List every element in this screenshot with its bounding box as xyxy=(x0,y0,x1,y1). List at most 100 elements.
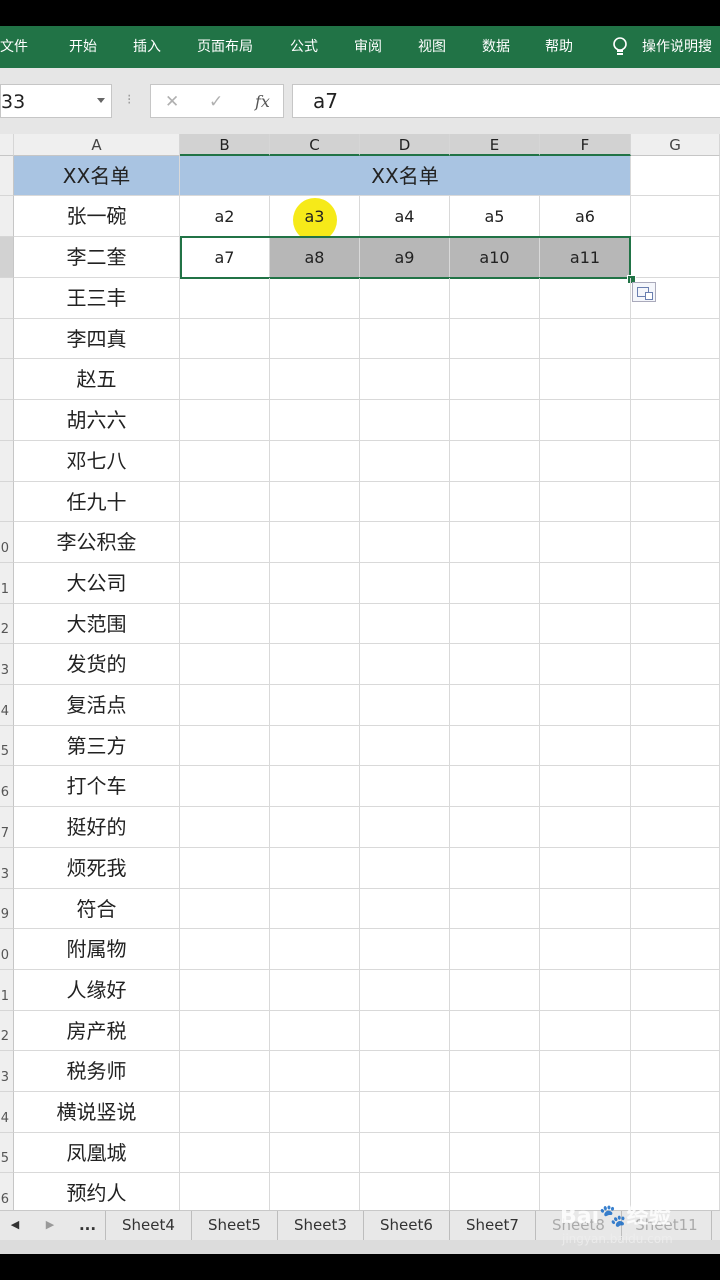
cell[interactable] xyxy=(360,278,450,319)
name-cell[interactable]: 大范围 xyxy=(14,604,180,644)
cell[interactable] xyxy=(631,766,720,807)
tab-help[interactable]: 帮助 xyxy=(545,26,573,68)
cell[interactable] xyxy=(450,359,540,400)
name-box[interactable]: 33 xyxy=(0,84,112,118)
name-cell[interactable]: 李公积金 xyxy=(14,522,180,563)
cell[interactable] xyxy=(180,1173,270,1210)
cell[interactable] xyxy=(631,359,720,400)
row-header[interactable]: 2 xyxy=(0,604,14,644)
more-sheets-button[interactable]: ... xyxy=(70,1211,106,1241)
sheet-tab-sheet3[interactable]: Sheet3 xyxy=(278,1211,364,1241)
cell[interactable] xyxy=(360,848,450,889)
cell[interactable] xyxy=(450,482,540,522)
tab-review[interactable]: 审阅 xyxy=(354,26,382,68)
cell[interactable] xyxy=(631,807,720,848)
cell[interactable] xyxy=(631,1092,720,1133)
cell[interactable] xyxy=(360,889,450,929)
tab-data[interactable]: 数据 xyxy=(482,26,510,68)
cell[interactable] xyxy=(270,644,360,685)
row-header[interactable] xyxy=(0,237,14,278)
cell[interactable] xyxy=(540,1092,631,1133)
cell[interactable] xyxy=(450,278,540,319)
cell[interactable] xyxy=(540,766,631,807)
data-cell[interactable]: a2 xyxy=(180,196,270,237)
cell[interactable] xyxy=(540,929,631,970)
cell[interactable] xyxy=(360,400,450,441)
cell[interactable] xyxy=(270,970,360,1011)
cell[interactable] xyxy=(360,929,450,970)
cell[interactable] xyxy=(270,726,360,766)
cell[interactable] xyxy=(631,1051,720,1092)
row-header[interactable]: 7 xyxy=(0,807,14,848)
insert-function-button[interactable]: fx xyxy=(255,85,270,119)
row-header[interactable]: 4 xyxy=(0,685,14,726)
cell[interactable] xyxy=(450,1011,540,1051)
scroll-left-icon[interactable]: ◀ xyxy=(0,1211,30,1241)
cell[interactable] xyxy=(631,604,720,644)
cell[interactable] xyxy=(360,644,450,685)
cell[interactable] xyxy=(180,278,270,319)
cell[interactable] xyxy=(540,1133,631,1173)
cell[interactable] xyxy=(180,1051,270,1092)
cell[interactable] xyxy=(270,1051,360,1092)
cell[interactable] xyxy=(180,726,270,766)
cell[interactable] xyxy=(631,441,720,482)
lightbulb-icon[interactable] xyxy=(612,26,632,68)
cell[interactable] xyxy=(450,1173,540,1210)
row-header[interactable]: 5 xyxy=(0,1133,14,1173)
row-header[interactable]: 4 xyxy=(0,1092,14,1133)
active-cell[interactable]: a7 xyxy=(180,237,270,278)
cell[interactable] xyxy=(270,1092,360,1133)
row-header[interactable] xyxy=(0,156,14,196)
column-header-e[interactable]: E xyxy=(450,134,540,156)
name-cell[interactable]: 李四真 xyxy=(14,319,180,359)
cell[interactable] xyxy=(270,441,360,482)
cell[interactable] xyxy=(540,644,631,685)
cell[interactable] xyxy=(631,970,720,1011)
cell[interactable] xyxy=(270,319,360,359)
cell[interactable] xyxy=(540,726,631,766)
cell[interactable] xyxy=(540,319,631,359)
tab-view[interactable]: 视图 xyxy=(418,26,446,68)
cell[interactable] xyxy=(631,848,720,889)
cell[interactable] xyxy=(631,278,720,319)
cell[interactable] xyxy=(450,400,540,441)
column-header-f[interactable]: F xyxy=(540,134,631,156)
cell[interactable] xyxy=(180,482,270,522)
name-cell[interactable]: 复活点 xyxy=(14,685,180,726)
column-header-g[interactable]: G xyxy=(631,134,720,156)
cell[interactable] xyxy=(450,441,540,482)
cell[interactable] xyxy=(540,685,631,726)
cell[interactable] xyxy=(360,522,450,563)
cell[interactable] xyxy=(450,522,540,563)
row-header[interactable] xyxy=(0,278,14,319)
cell[interactable] xyxy=(540,889,631,929)
tab-file[interactable]: 文件 xyxy=(0,26,28,68)
cell[interactable] xyxy=(180,889,270,929)
cell[interactable] xyxy=(180,970,270,1011)
cell[interactable] xyxy=(631,319,720,359)
row-header[interactable] xyxy=(0,359,14,400)
cell[interactable] xyxy=(450,1051,540,1092)
cell[interactable] xyxy=(540,522,631,563)
name-cell[interactable]: 张一碗 xyxy=(14,196,180,237)
cell[interactable] xyxy=(180,522,270,563)
cell[interactable] xyxy=(540,400,631,441)
cell[interactable] xyxy=(270,807,360,848)
chevron-down-icon[interactable] xyxy=(97,98,105,103)
cell[interactable] xyxy=(450,319,540,359)
cell[interactable] xyxy=(450,644,540,685)
tab-formulas[interactable]: 公式 xyxy=(290,26,318,68)
cell[interactable] xyxy=(450,1133,540,1173)
cell[interactable] xyxy=(270,929,360,970)
cell[interactable] xyxy=(540,807,631,848)
cell[interactable] xyxy=(180,807,270,848)
title-cell-merged[interactable]: XX名单 xyxy=(180,156,631,196)
column-header-b[interactable]: B xyxy=(180,134,270,156)
cell[interactable] xyxy=(631,522,720,563)
cell[interactable] xyxy=(270,400,360,441)
cell[interactable] xyxy=(270,685,360,726)
name-cell[interactable]: 胡六六 xyxy=(14,400,180,441)
tab-home[interactable]: 开始 xyxy=(69,26,97,68)
scroll-right-icon[interactable]: ▶ xyxy=(30,1211,70,1241)
